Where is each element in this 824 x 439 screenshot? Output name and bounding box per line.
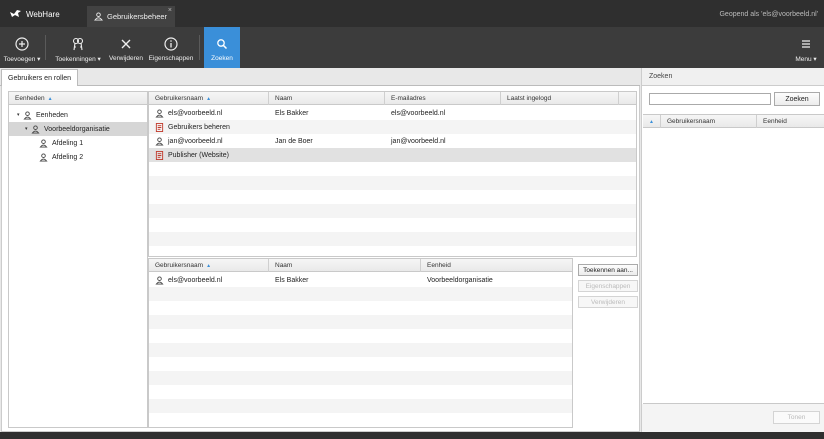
grant-properties-button[interactable]: Eigenschappen <box>578 280 638 292</box>
column-header-name[interactable]: Naam <box>269 92 385 105</box>
unit-icon <box>31 124 40 134</box>
users-grid-header: Gebruikersnaam ▲ Naam E-mailadres Laatst … <box>149 92 636 105</box>
column-header-email[interactable]: E-mailadres <box>385 92 501 105</box>
user-icon <box>155 136 164 146</box>
column-header-username[interactable]: Gebruikersnaam ▲ <box>149 92 269 105</box>
grants-grid[interactable]: Gebruikersnaam ▲ Naam Eenheid els@voorbee… <box>148 258 573 428</box>
bottom-bar <box>0 432 824 439</box>
tree-header: Eenheden ▲ <box>9 92 147 105</box>
empty-row <box>149 204 636 218</box>
users-grid[interactable]: Gebruikersnaam ▲ Naam E-mailadres Laatst … <box>148 91 637 257</box>
column-header-unit[interactable]: Eenheid <box>757 115 824 128</box>
search-submit-button[interactable]: Zoeken <box>774 92 820 106</box>
search-input[interactable] <box>649 93 771 105</box>
empty-row <box>149 176 636 190</box>
tree-item-voorbeeldorganisatie[interactable]: ▾ Voorbeeldorganisatie <box>9 122 147 136</box>
tree-item-eenheden[interactable]: ▾ Eenheden <box>9 108 147 122</box>
tree-item-afdeling-1[interactable]: Afdeling 1 <box>9 136 147 150</box>
properties-button[interactable]: Eigenschappen <box>148 27 194 68</box>
app-name: WebHare <box>26 9 60 19</box>
grant-remove-button[interactable]: Verwijderen <box>578 296 638 308</box>
tab-gebruikersbeheer[interactable]: Gebruikersbeheer × <box>87 6 175 27</box>
close-tab-icon[interactable]: × <box>168 7 172 14</box>
logged-in-as: Geopend als 'els@voorbeeld.nl' <box>719 11 818 18</box>
units-tree[interactable]: Eenheden ▲ ▾ Eenheden ▾ Voorbeeldorganisa… <box>8 91 148 428</box>
column-header-sort[interactable]: ▲ <box>643 115 661 128</box>
user-icon <box>155 275 164 285</box>
table-row[interactable]: Gebruikers beheren <box>149 120 636 134</box>
role-icon <box>155 122 164 132</box>
show-button[interactable]: Tonen <box>773 411 820 424</box>
table-row[interactable]: Publisher (Website) <box>149 148 636 162</box>
hamburger-menu-icon <box>802 40 810 48</box>
column-header-username[interactable]: Gebruikersnaam ▲ <box>149 259 269 272</box>
content-area: Gebruikers en rollen Eenheden ▲ ▾ Eenhede… <box>0 68 824 432</box>
tree-item-afdeling-2[interactable]: Afdeling 2 <box>9 150 147 164</box>
table-row[interactable]: els@voorbeeld.nl Els Bakker els@voorbeel… <box>149 106 636 120</box>
delete-button[interactable]: Verwijderen <box>107 27 145 68</box>
unit-icon <box>39 152 48 162</box>
search-button[interactable]: Zoeken <box>204 27 240 68</box>
search-results-header: ▲ Gebruikersnaam Eenheid <box>643 115 824 128</box>
tab-users-and-roles[interactable]: Gebruikers en rollen <box>1 69 79 87</box>
bird-logo-icon <box>10 10 21 17</box>
toolbar-separator <box>45 35 46 60</box>
toolbar-separator <box>199 35 200 60</box>
info-icon <box>164 37 178 51</box>
toolbar: Toevoegen ▾ Toekenningen ▾ Verwijderen E… <box>0 27 824 68</box>
add-button[interactable]: Toevoegen ▾ <box>2 27 42 68</box>
empty-row <box>149 232 636 246</box>
assign-to-button[interactable]: Toekennen aan... <box>578 264 638 276</box>
user-icon <box>155 108 164 118</box>
sort-ascending-icon: ▲ <box>206 263 212 269</box>
empty-row <box>149 399 572 413</box>
search-results-list[interactable]: ▲ Gebruikersnaam Eenheid <box>643 114 824 404</box>
column-header-last-login[interactable]: Laatst ingelogd <box>501 92 619 105</box>
top-bar: WebHare Gebruikersbeheer × Geopend als '… <box>0 0 824 27</box>
users-roles-panel: Eenheden ▲ ▾ Eenheden ▾ Voorbeeldorganisa… <box>1 86 640 432</box>
search-icon <box>217 39 228 50</box>
column-header-units[interactable]: Eenheden ▲ <box>9 92 148 105</box>
grants-button[interactable]: Toekenningen ▾ <box>52 27 104 68</box>
empty-row <box>149 371 572 385</box>
empty-row <box>149 315 572 329</box>
user-management-icon <box>94 12 103 21</box>
table-row[interactable]: jan@voorbeeld.nl Jan de Boer jan@voorbee… <box>149 134 636 148</box>
webhare-logo[interactable]: WebHare <box>9 8 60 20</box>
sort-ascending-icon: ▲ <box>206 96 212 102</box>
tab-label: Gebruikersbeheer <box>107 12 168 21</box>
column-header-username[interactable]: Gebruikersnaam <box>661 115 757 128</box>
close-icon <box>121 39 131 49</box>
column-header-unit[interactable]: Eenheid <box>421 259 572 272</box>
empty-row <box>149 287 572 301</box>
search-panel-title: Zoeken <box>642 68 824 86</box>
table-row[interactable]: els@voorbeeld.nl Els Bakker Voorbeeldorg… <box>149 273 572 287</box>
role-icon <box>155 150 164 160</box>
sort-ascending-icon: ▲ <box>47 96 53 102</box>
grants-grid-header: Gebruikersnaam ▲ Naam Eenheid <box>149 259 572 272</box>
tab-strip: Gebruikers en rollen <box>0 68 640 87</box>
plus-circle-icon <box>15 37 29 51</box>
column-header-name[interactable]: Naam <box>269 259 421 272</box>
keys-icon <box>72 37 84 51</box>
unit-icon <box>39 138 48 148</box>
menu-button[interactable]: Menu ▾ <box>790 27 822 68</box>
sort-ascending-icon: ▲ <box>649 119 654 125</box>
search-panel: Zoeken Zoeken ▲ Gebruikersnaam Eenheid T… <box>641 68 824 432</box>
unit-icon <box>23 110 32 120</box>
empty-row <box>149 343 572 357</box>
